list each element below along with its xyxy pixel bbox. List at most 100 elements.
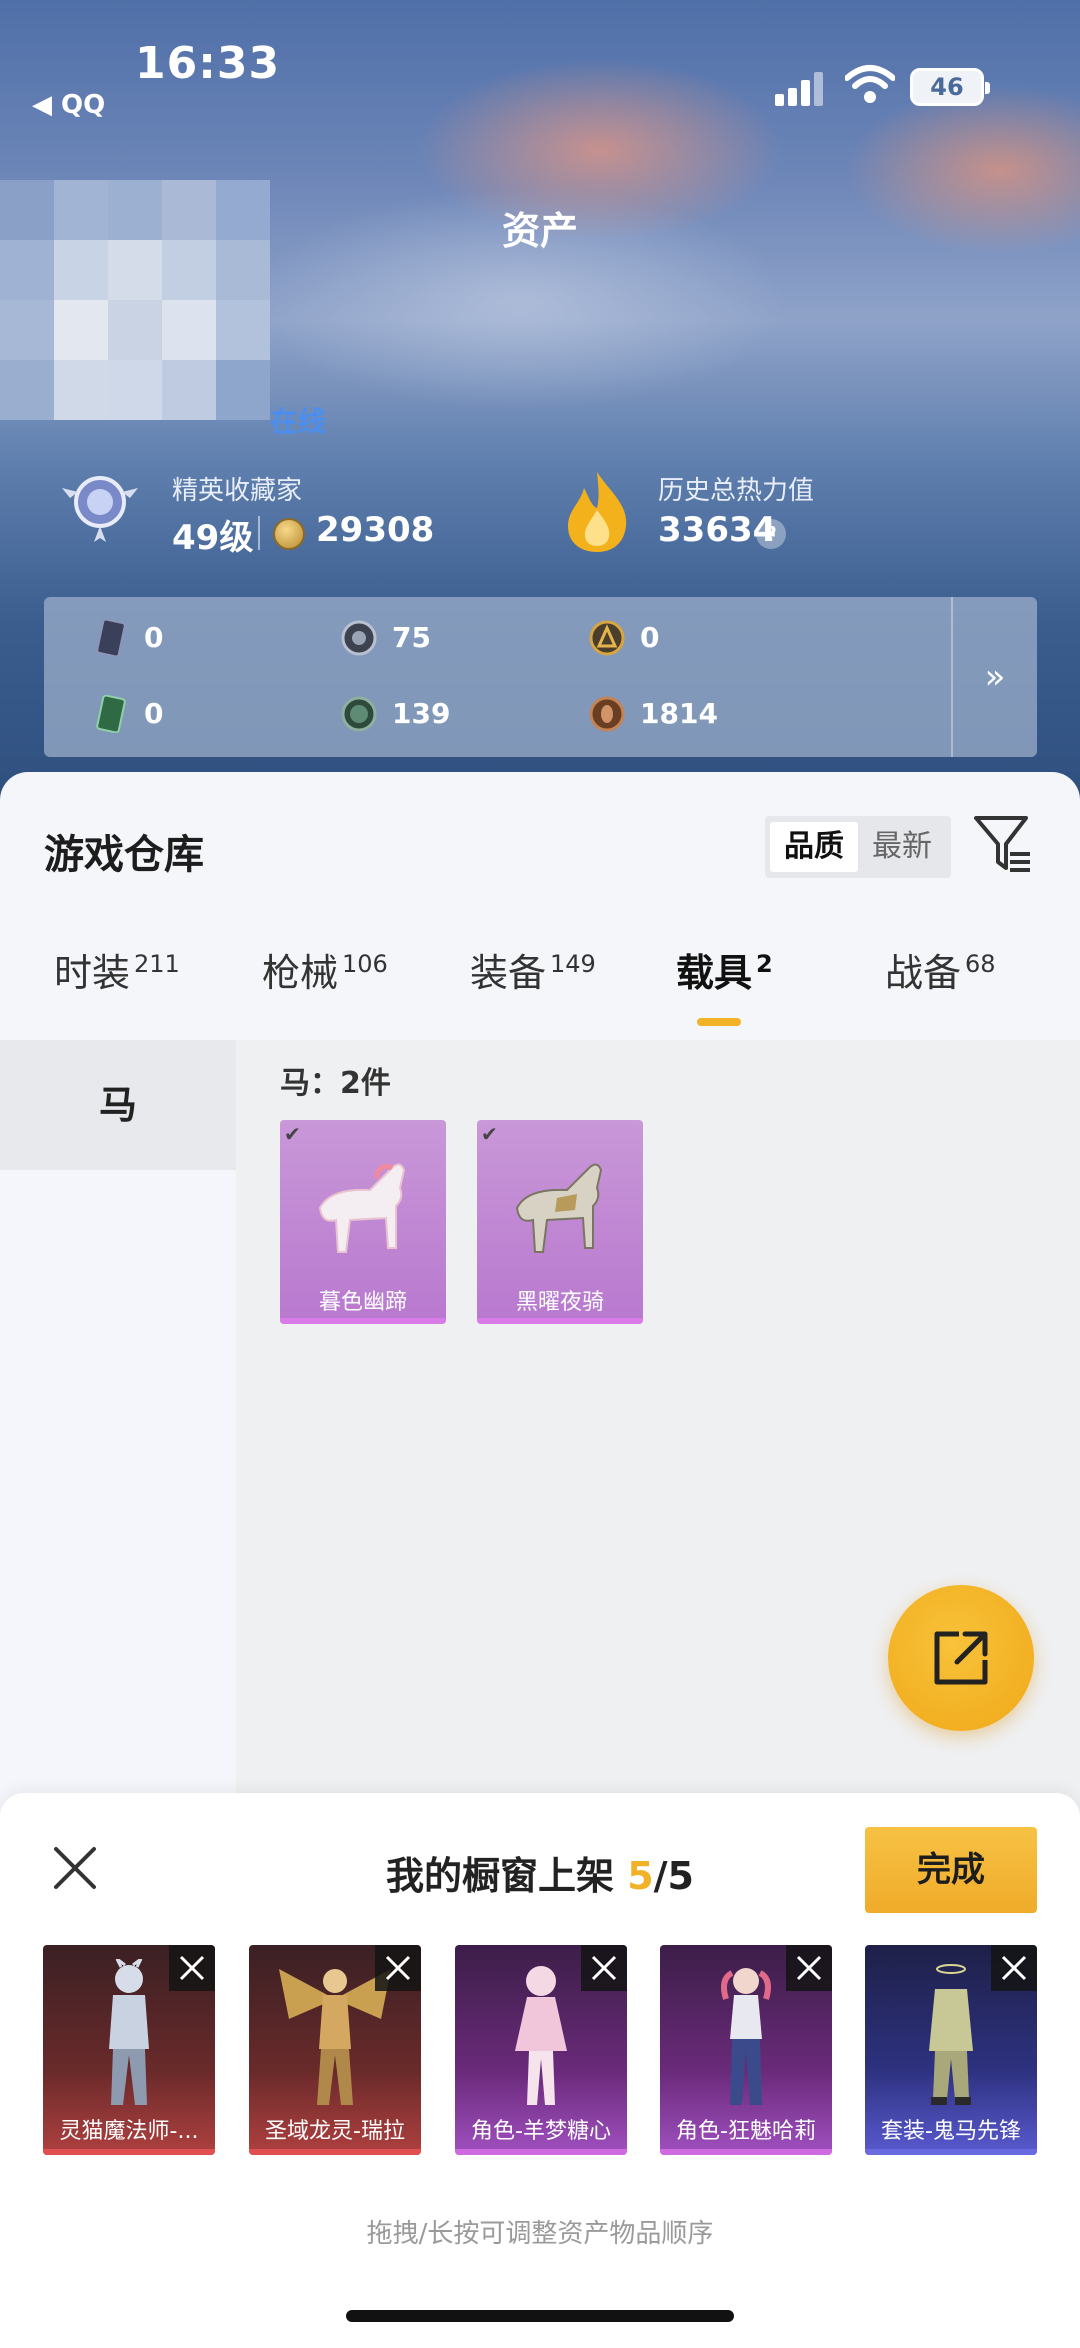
remove-item-button[interactable] bbox=[991, 1945, 1037, 1991]
wifi-icon bbox=[845, 65, 895, 103]
currency-value: 75 bbox=[392, 621, 431, 654]
tab-supplies[interactable]: 战备 68 bbox=[885, 942, 996, 1022]
green-orb-icon bbox=[341, 696, 377, 732]
close-icon bbox=[1001, 1955, 1027, 1981]
tab-count: 211 bbox=[134, 950, 180, 979]
heat-label: 历史总热力值 bbox=[658, 476, 815, 506]
rarity-bar bbox=[660, 2149, 832, 2155]
status-time: 16:33 bbox=[135, 38, 281, 89]
share-button[interactable] bbox=[888, 1585, 1034, 1731]
remove-item-button[interactable] bbox=[581, 1945, 627, 1991]
flame-icon bbox=[568, 472, 627, 552]
close-icon bbox=[591, 1955, 617, 1981]
online-status: 在线 bbox=[270, 405, 327, 438]
green-card-icon bbox=[96, 695, 126, 733]
silver-coin-icon bbox=[341, 620, 377, 656]
back-to-qq-link[interactable]: ◀ QQ bbox=[32, 90, 105, 120]
character-image bbox=[109, 1959, 149, 2105]
currency-value: 0 bbox=[144, 697, 164, 730]
collector-points-icon bbox=[273, 518, 305, 550]
showcase-item[interactable]: 圣域龙灵-瑞拉 bbox=[249, 1945, 421, 2155]
currency-value: 0 bbox=[640, 621, 660, 654]
gold-badge-icon bbox=[589, 620, 625, 656]
active-tab-indicator bbox=[697, 1018, 741, 1026]
remove-item-button[interactable] bbox=[375, 1945, 421, 1991]
check-icon: ✔ bbox=[481, 1122, 498, 1146]
vehicle-name: 暮色幽蹄 bbox=[318, 1290, 407, 1315]
tab-count: 106 bbox=[342, 950, 388, 979]
showcase-panel: 我的橱窗上架 5/5 完成 灵猫魔法师-... 圣域龙灵-瑞拉 角色-羊梦糖心 bbox=[0, 1793, 1080, 2348]
rarity-bar bbox=[865, 2149, 1037, 2155]
tab-vehicles[interactable]: 载具 2 bbox=[676, 942, 773, 1022]
reorder-hint: 拖拽/长按可调整资产物品顺序 bbox=[366, 2219, 714, 2249]
showcase-count-total: /5 bbox=[653, 1854, 694, 1898]
status-bar: 16:33 ◀ QQ 46 bbox=[0, 0, 1080, 130]
currency-value: 1814 bbox=[640, 697, 718, 730]
home-indicator[interactable] bbox=[346, 2310, 734, 2322]
remove-item-button[interactable] bbox=[169, 1945, 215, 1991]
character-image bbox=[721, 1968, 771, 2105]
showcase-item[interactable]: 灵猫魔法师-... bbox=[43, 1945, 215, 2155]
dark-horse-image bbox=[515, 1163, 603, 1253]
collector-title: 精英收藏家 bbox=[172, 476, 303, 506]
rarity-bar bbox=[43, 2149, 215, 2155]
tab-equipment[interactable]: 装备 149 bbox=[470, 942, 596, 1022]
category-tabs: 时装 211 枪械 106 装备 149 载具 2 战备 68 bbox=[0, 942, 1080, 1022]
sort-toggle: 品质 最新 bbox=[765, 816, 951, 878]
profile-header-background: 16:33 ◀ QQ 46 ╱ 资产 在线 精英收藏家 49级 29308 bbox=[0, 0, 1080, 800]
done-button[interactable]: 完成 bbox=[865, 1827, 1037, 1913]
share-icon bbox=[934, 1631, 988, 1685]
tab-fashion[interactable]: 时装 211 bbox=[54, 942, 180, 1022]
tab-label: 装备 bbox=[470, 951, 547, 995]
showcase-item[interactable]: 角色-羊梦糖心 bbox=[455, 1945, 627, 2155]
collector-level: 49级 bbox=[172, 518, 254, 558]
remove-item-button[interactable] bbox=[786, 1945, 832, 1991]
showcase-item-name: 角色-羊梦糖心 bbox=[471, 2119, 611, 2144]
battery-indicator: 46 bbox=[910, 68, 990, 106]
showcase-item-name: 角色-狂魅哈莉 bbox=[676, 2119, 816, 2144]
tab-count: 149 bbox=[550, 950, 596, 979]
sort-by-quality[interactable]: 品质 bbox=[770, 822, 858, 872]
blurred-avatar bbox=[0, 180, 270, 420]
currency-value: 139 bbox=[392, 697, 451, 730]
rarity-bar bbox=[249, 2149, 421, 2155]
card-icon bbox=[96, 619, 126, 657]
sort-by-newest[interactable]: 最新 bbox=[858, 822, 946, 872]
warehouse-title: 游戏仓库 bbox=[44, 832, 204, 878]
rarity-bar bbox=[280, 1318, 446, 1324]
showcase-item-name: 圣域龙灵-瑞拉 bbox=[265, 2119, 405, 2144]
expand-currencies-button[interactable]: » bbox=[951, 597, 1037, 757]
tab-count: 68 bbox=[965, 950, 996, 979]
sidebar-item-horse[interactable]: 马 bbox=[0, 1040, 236, 1170]
cellular-signal-icon bbox=[775, 72, 827, 106]
vehicle-card[interactable]: ✔ 黑曜夜骑 bbox=[477, 1120, 643, 1324]
vehicle-card[interactable]: ✔ 暮色幽蹄 bbox=[280, 1120, 446, 1324]
rarity-bar bbox=[455, 2149, 627, 2155]
tab-label: 战备 bbox=[885, 951, 962, 995]
showcase-title-text: 我的橱窗上架 bbox=[385, 1854, 628, 1898]
bronze-coin-icon bbox=[589, 696, 625, 732]
close-icon bbox=[179, 1955, 205, 1981]
close-icon bbox=[796, 1955, 822, 1981]
character-image bbox=[929, 1964, 973, 2105]
help-icon[interactable]: ? bbox=[756, 519, 786, 549]
rarity-bar bbox=[477, 1318, 643, 1324]
showcase-item[interactable]: 角色-狂魅哈莉 bbox=[660, 1945, 832, 2155]
showcase-count-current: 5 bbox=[627, 1854, 654, 1898]
filter-icon[interactable] bbox=[970, 812, 1034, 876]
tab-firearms[interactable]: 枪械 106 bbox=[262, 942, 388, 1022]
item-count: 马：2件 bbox=[280, 1066, 391, 1101]
collector-points: 29308 bbox=[316, 510, 435, 550]
character-image bbox=[515, 1966, 567, 2105]
showcase-item-name: 灵猫魔法师-... bbox=[59, 2119, 199, 2144]
check-icon: ✔ bbox=[284, 1122, 301, 1146]
tab-label: 枪械 bbox=[262, 951, 339, 995]
tab-label: 时装 bbox=[54, 951, 131, 995]
collector-medal-icon bbox=[62, 476, 138, 542]
close-icon bbox=[385, 1955, 411, 1981]
white-horse-image bbox=[318, 1163, 406, 1253]
currency-value: 0 bbox=[144, 621, 164, 654]
currency-panel: 0 75 0 0 139 1814 » bbox=[44, 597, 1037, 757]
showcase-item[interactable]: 套装-鬼马先锋 bbox=[865, 1945, 1037, 2155]
tab-label: 载具 bbox=[676, 951, 753, 995]
